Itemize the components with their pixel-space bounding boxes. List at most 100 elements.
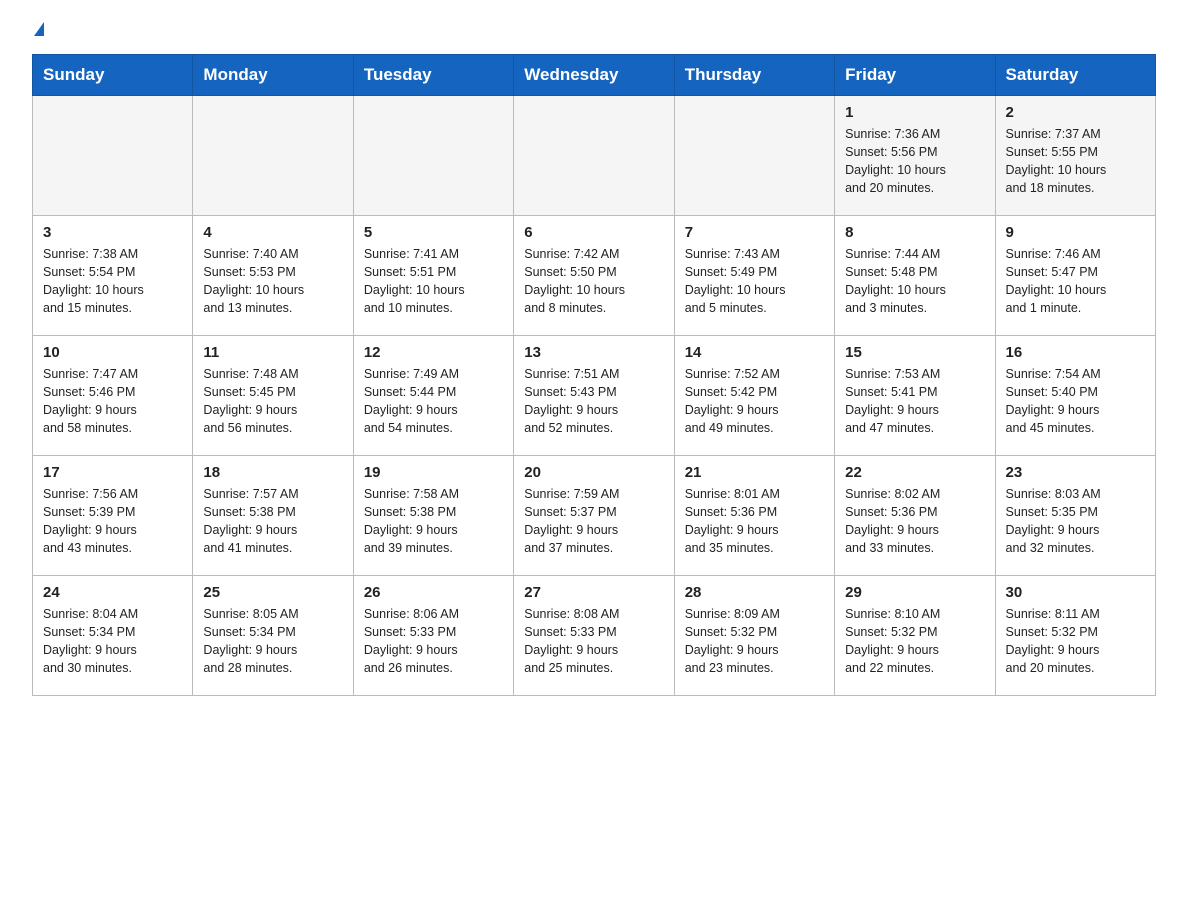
day-number: 18 bbox=[203, 464, 342, 481]
calendar-cell: 24Sunrise: 8:04 AM Sunset: 5:34 PM Dayli… bbox=[33, 576, 193, 696]
weekday-header: Monday bbox=[193, 55, 353, 96]
calendar-cell: 18 Sunrise: 7:57 AM Sunset: 5:38 PM Dayli… bbox=[193, 456, 353, 576]
day-number: 12 bbox=[364, 344, 503, 361]
calendar-cell: 21 Sunrise: 8:01 AM Sunset: 5:36 PM Dayli… bbox=[674, 456, 834, 576]
day-number: 4 bbox=[203, 224, 342, 241]
calendar-cell bbox=[514, 96, 674, 216]
calendar-cell bbox=[193, 96, 353, 216]
calendar-cell: 3 Sunrise: 7:38 AM Sunset: 5:54 PM Daylig… bbox=[33, 216, 193, 336]
day-number: 3 bbox=[43, 224, 182, 241]
week-row: 3 Sunrise: 7:38 AM Sunset: 5:54 PM Daylig… bbox=[33, 216, 1156, 336]
calendar-table: SundayMondayTuesdayWednesdayThursdayFrid… bbox=[32, 54, 1156, 696]
day-number: 9 bbox=[1006, 224, 1145, 241]
logo bbox=[32, 24, 44, 38]
day-number: 21 bbox=[685, 464, 824, 481]
calendar-cell: 4 Sunrise: 7:40 AM Sunset: 5:53 PM Daylig… bbox=[193, 216, 353, 336]
calendar-cell: 12 Sunrise: 7:49 AM Sunset: 5:44 PM Dayli… bbox=[353, 336, 513, 456]
day-info: Sunrise: 7:48 AM Sunset: 5:45 PM Dayligh… bbox=[203, 365, 342, 438]
calendar-cell: 11 Sunrise: 7:48 AM Sunset: 5:45 PM Dayli… bbox=[193, 336, 353, 456]
calendar-cell: 13Sunrise: 7:51 AM Sunset: 5:43 PM Dayli… bbox=[514, 336, 674, 456]
weekday-header: Sunday bbox=[33, 55, 193, 96]
day-number: 30 bbox=[1006, 584, 1145, 601]
calendar-cell: 23Sunrise: 8:03 AM Sunset: 5:35 PM Dayli… bbox=[995, 456, 1155, 576]
day-number: 26 bbox=[364, 584, 503, 601]
day-number: 16 bbox=[1006, 344, 1145, 361]
calendar-cell: 16 Sunrise: 7:54 AM Sunset: 5:40 PM Dayli… bbox=[995, 336, 1155, 456]
day-number: 27 bbox=[524, 584, 663, 601]
calendar-cell: 19 Sunrise: 7:58 AM Sunset: 5:38 PM Dayli… bbox=[353, 456, 513, 576]
day-info: Sunrise: 8:10 AM Sunset: 5:32 PM Dayligh… bbox=[845, 605, 984, 678]
logo-triangle-icon bbox=[34, 22, 44, 36]
day-number: 25 bbox=[203, 584, 342, 601]
calendar-cell: 20 Sunrise: 7:59 AM Sunset: 5:37 PM Dayli… bbox=[514, 456, 674, 576]
calendar-cell: 10 Sunrise: 7:47 AM Sunset: 5:46 PM Dayli… bbox=[33, 336, 193, 456]
day-number: 2 bbox=[1006, 104, 1145, 121]
calendar-cell: 9Sunrise: 7:46 AM Sunset: 5:47 PM Daylig… bbox=[995, 216, 1155, 336]
day-info: Sunrise: 7:49 AM Sunset: 5:44 PM Dayligh… bbox=[364, 365, 503, 438]
day-info: Sunrise: 8:08 AM Sunset: 5:33 PM Dayligh… bbox=[524, 605, 663, 678]
page-header bbox=[32, 24, 1156, 38]
day-info: Sunrise: 8:02 AM Sunset: 5:36 PM Dayligh… bbox=[845, 485, 984, 558]
calendar-cell: 14Sunrise: 7:52 AM Sunset: 5:42 PM Dayli… bbox=[674, 336, 834, 456]
calendar-cell: 8 Sunrise: 7:44 AM Sunset: 5:48 PM Daylig… bbox=[835, 216, 995, 336]
calendar-cell: 2 Sunrise: 7:37 AM Sunset: 5:55 PM Daylig… bbox=[995, 96, 1155, 216]
day-info: Sunrise: 8:11 AM Sunset: 5:32 PM Dayligh… bbox=[1006, 605, 1145, 678]
day-info: Sunrise: 7:56 AM Sunset: 5:39 PM Dayligh… bbox=[43, 485, 182, 558]
calendar-cell bbox=[33, 96, 193, 216]
week-row: 17 Sunrise: 7:56 AM Sunset: 5:39 PM Dayli… bbox=[33, 456, 1156, 576]
calendar-cell: 30 Sunrise: 8:11 AM Sunset: 5:32 PM Dayli… bbox=[995, 576, 1155, 696]
day-number: 14 bbox=[685, 344, 824, 361]
day-info: Sunrise: 7:36 AM Sunset: 5:56 PM Dayligh… bbox=[845, 125, 984, 198]
calendar-cell: 15Sunrise: 7:53 AM Sunset: 5:41 PM Dayli… bbox=[835, 336, 995, 456]
day-number: 20 bbox=[524, 464, 663, 481]
day-info: Sunrise: 7:44 AM Sunset: 5:48 PM Dayligh… bbox=[845, 245, 984, 318]
calendar-cell: 17 Sunrise: 7:56 AM Sunset: 5:39 PM Dayli… bbox=[33, 456, 193, 576]
calendar-cell: 26 Sunrise: 8:06 AM Sunset: 5:33 PM Dayli… bbox=[353, 576, 513, 696]
day-number: 10 bbox=[43, 344, 182, 361]
calendar-cell: 27 Sunrise: 8:08 AM Sunset: 5:33 PM Dayli… bbox=[514, 576, 674, 696]
day-info: Sunrise: 7:37 AM Sunset: 5:55 PM Dayligh… bbox=[1006, 125, 1145, 198]
weekday-header-row: SundayMondayTuesdayWednesdayThursdayFrid… bbox=[33, 55, 1156, 96]
day-info: Sunrise: 8:05 AM Sunset: 5:34 PM Dayligh… bbox=[203, 605, 342, 678]
calendar-cell: 28 Sunrise: 8:09 AM Sunset: 5:32 PM Dayli… bbox=[674, 576, 834, 696]
day-number: 24 bbox=[43, 584, 182, 601]
day-info: Sunrise: 7:58 AM Sunset: 5:38 PM Dayligh… bbox=[364, 485, 503, 558]
day-info: Sunrise: 7:59 AM Sunset: 5:37 PM Dayligh… bbox=[524, 485, 663, 558]
calendar-cell: 6 Sunrise: 7:42 AM Sunset: 5:50 PM Daylig… bbox=[514, 216, 674, 336]
day-info: Sunrise: 8:06 AM Sunset: 5:33 PM Dayligh… bbox=[364, 605, 503, 678]
day-number: 19 bbox=[364, 464, 503, 481]
day-number: 23 bbox=[1006, 464, 1145, 481]
day-number: 28 bbox=[685, 584, 824, 601]
day-info: Sunrise: 8:01 AM Sunset: 5:36 PM Dayligh… bbox=[685, 485, 824, 558]
day-info: Sunrise: 7:42 AM Sunset: 5:50 PM Dayligh… bbox=[524, 245, 663, 318]
day-info: Sunrise: 7:47 AM Sunset: 5:46 PM Dayligh… bbox=[43, 365, 182, 438]
day-info: Sunrise: 7:40 AM Sunset: 5:53 PM Dayligh… bbox=[203, 245, 342, 318]
day-number: 5 bbox=[364, 224, 503, 241]
day-info: Sunrise: 7:54 AM Sunset: 5:40 PM Dayligh… bbox=[1006, 365, 1145, 438]
calendar-cell: 7Sunrise: 7:43 AM Sunset: 5:49 PM Daylig… bbox=[674, 216, 834, 336]
week-row: 24Sunrise: 8:04 AM Sunset: 5:34 PM Dayli… bbox=[33, 576, 1156, 696]
day-number: 22 bbox=[845, 464, 984, 481]
weekday-header: Saturday bbox=[995, 55, 1155, 96]
day-number: 17 bbox=[43, 464, 182, 481]
calendar-cell: 1 Sunrise: 7:36 AM Sunset: 5:56 PM Daylig… bbox=[835, 96, 995, 216]
day-number: 8 bbox=[845, 224, 984, 241]
day-number: 15 bbox=[845, 344, 984, 361]
weekday-header: Wednesday bbox=[514, 55, 674, 96]
day-number: 11 bbox=[203, 344, 342, 361]
day-number: 6 bbox=[524, 224, 663, 241]
day-info: Sunrise: 7:57 AM Sunset: 5:38 PM Dayligh… bbox=[203, 485, 342, 558]
calendar-cell: 25 Sunrise: 8:05 AM Sunset: 5:34 PM Dayli… bbox=[193, 576, 353, 696]
day-number: 1 bbox=[845, 104, 984, 121]
calendar-cell: 5 Sunrise: 7:41 AM Sunset: 5:51 PM Daylig… bbox=[353, 216, 513, 336]
calendar-cell: 22 Sunrise: 8:02 AM Sunset: 5:36 PM Dayli… bbox=[835, 456, 995, 576]
weekday-header: Thursday bbox=[674, 55, 834, 96]
calendar-cell: 29Sunrise: 8:10 AM Sunset: 5:32 PM Dayli… bbox=[835, 576, 995, 696]
day-info: Sunrise: 7:38 AM Sunset: 5:54 PM Dayligh… bbox=[43, 245, 182, 318]
weekday-header: Friday bbox=[835, 55, 995, 96]
day-number: 7 bbox=[685, 224, 824, 241]
calendar-cell bbox=[674, 96, 834, 216]
day-info: Sunrise: 7:41 AM Sunset: 5:51 PM Dayligh… bbox=[364, 245, 503, 318]
week-row: 10 Sunrise: 7:47 AM Sunset: 5:46 PM Dayli… bbox=[33, 336, 1156, 456]
day-info: Sunrise: 8:09 AM Sunset: 5:32 PM Dayligh… bbox=[685, 605, 824, 678]
